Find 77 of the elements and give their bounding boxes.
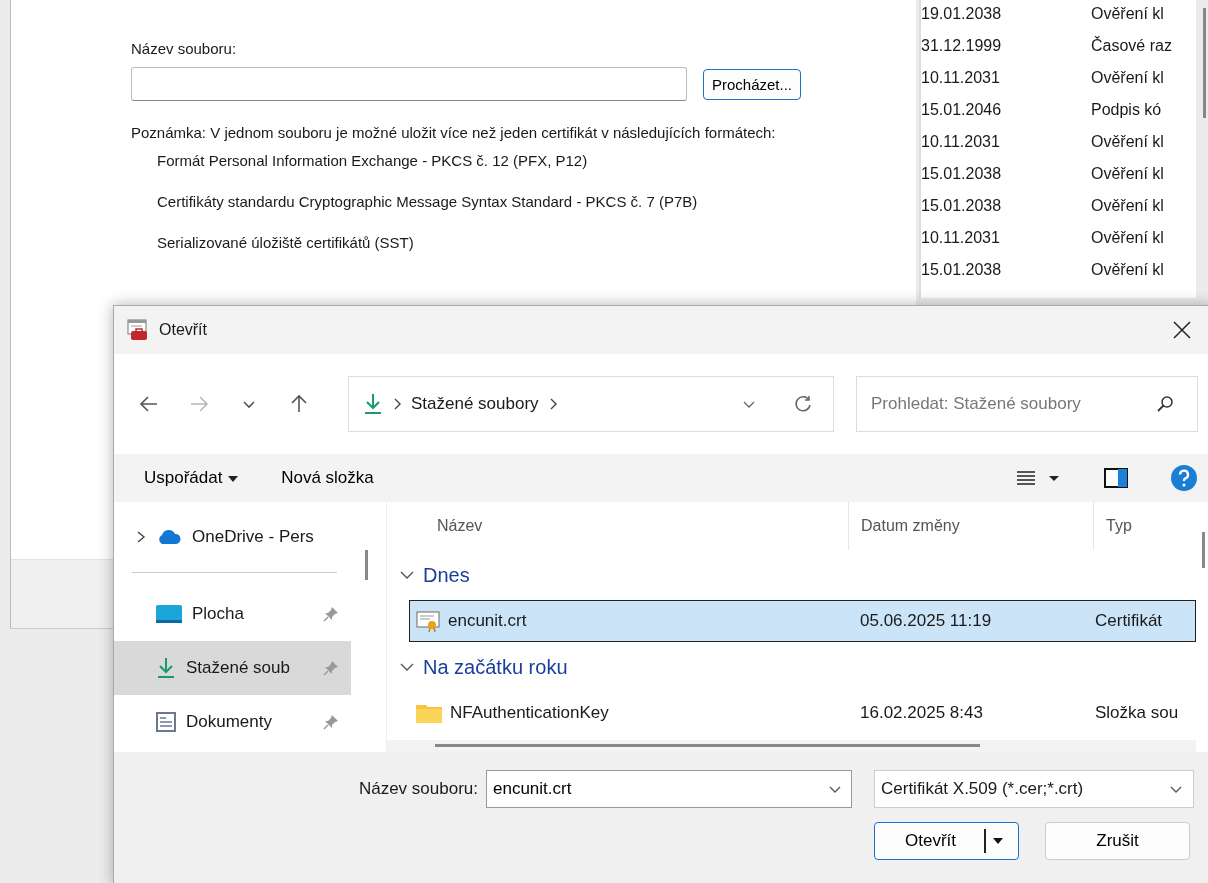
format-item: Serializované úložiště certifikátů (SST) <box>156 233 415 253</box>
file-row[interactable]: encunit.crt 05.06.2025 11:19 Certifikát <box>409 600 1196 642</box>
cancel-button[interactable]: Zrušit <box>1045 822 1190 860</box>
expiry-date: 15.01.2038 <box>921 261 1003 279</box>
intended-purpose: Ověření kl <box>1091 197 1164 215</box>
window-title: Otevřít <box>159 321 208 339</box>
file-name-label: Název souboru: <box>358 779 478 799</box>
file-type-dropdown[interactable]: Certifikát X.509 (*.cer;*.crt) <box>874 770 1194 808</box>
scrollbar-thumb[interactable] <box>1203 8 1206 118</box>
chevron-right-icon <box>548 398 557 410</box>
intended-purpose: Časové raz <box>1091 37 1172 55</box>
file-type: Složka sou <box>1095 703 1179 723</box>
expiry-date: 19.01.2038 <box>921 5 1003 23</box>
sidebar-item[interactable]: Plocha <box>114 587 351 641</box>
folder-icon <box>416 703 442 723</box>
document-icon <box>156 712 176 732</box>
column-header[interactable]: Typ <box>1094 502 1132 550</box>
chevron-right-icon <box>136 530 146 544</box>
file-type: Certifikát <box>1095 611 1163 631</box>
expiry-date: 15.01.2038 <box>921 197 1003 215</box>
chevron-right-icon <box>393 398 401 410</box>
organize-menu[interactable]: Uspořádat <box>134 464 250 492</box>
download-arrow-icon <box>363 393 383 415</box>
intended-purpose: Ověření kl <box>1091 5 1164 23</box>
expiry-date: 15.01.2046 <box>921 101 1003 119</box>
intended-purpose: Ověření kl <box>1091 69 1164 87</box>
intended-purpose: Ověření kl <box>1091 229 1164 247</box>
address-bar[interactable]: Stažené soubory <box>348 376 834 432</box>
pin-icon[interactable] <box>323 606 339 622</box>
file-name: encunit.crt <box>448 611 527 631</box>
new-folder-button[interactable]: Nová složka <box>271 464 384 492</box>
expiry-date: 10.11.2031 <box>921 229 1001 247</box>
desktop-icon <box>156 605 182 623</box>
file-name-field[interactable] <box>131 67 687 101</box>
intended-purpose: Ověření kl <box>1091 133 1164 151</box>
format-item: Certifikáty standardu Cryptographic Message Syntax Standard - PKCS č. 7 (P7B) <box>156 192 699 212</box>
path-item[interactable]: Stažené soubory <box>411 394 539 414</box>
intended-purpose: Ověření kl <box>1091 261 1164 279</box>
sidebar-item[interactable]: Stažené soub <box>114 641 351 695</box>
preview-pane-icon[interactable] <box>1104 468 1128 488</box>
view-list-icon[interactable] <box>1016 468 1062 488</box>
certificate-icon <box>416 610 440 632</box>
expiry-date: 31.12.1999 <box>921 37 1003 55</box>
browse-button[interactable]: Procházet... <box>703 68 802 100</box>
caret-icon <box>992 836 1004 846</box>
group-header[interactable]: Dnes <box>387 550 1196 600</box>
scrollbar-thumb[interactable] <box>1202 532 1205 568</box>
expiry-date: 10.11.2031 <box>921 133 1001 151</box>
scrollbar-thumb[interactable] <box>435 744 980 747</box>
intended-purpose: Ověření kl <box>1091 165 1164 183</box>
help-icon[interactable] <box>1170 464 1198 492</box>
caret-icon <box>227 475 240 483</box>
download-arrow-icon <box>156 657 176 679</box>
file-name-field[interactable]: encunit.crt <box>486 770 852 808</box>
column-header[interactable]: Název <box>387 502 849 550</box>
file-name-label: Název souboru: <box>131 40 238 57</box>
format-item: Formát Personal Information Exchange - PKCS č. 12 (PFX, P12) <box>156 151 589 171</box>
expiry-date: 15.01.2038 <box>921 165 1003 183</box>
file-name: NFAuthenticationKey <box>450 703 609 723</box>
search-icon <box>1156 395 1174 413</box>
intended-purpose: Podpis kó <box>1091 101 1162 119</box>
modified-date: 16.02.2025 8:43 <box>859 703 984 723</box>
file-row[interactable]: NFAuthenticationKey 16.02.2025 8:43 Složka sou <box>409 692 1196 734</box>
pin-icon[interactable] <box>323 714 339 730</box>
search-field[interactable]: Prohledat: Stažené soubory <box>856 376 1198 432</box>
note-text: Poznámka: V jednom souboru je možné uložit více než jeden certifikát v následujících formátech: <box>131 123 777 142</box>
modified-date: 05.06.2025 11:19 <box>859 611 993 631</box>
close-icon[interactable] <box>1172 320 1192 340</box>
column-header[interactable]: Datum změny <box>849 502 1094 550</box>
open-button[interactable]: Otevřít <box>874 822 1019 860</box>
refresh-icon[interactable] <box>793 394 813 414</box>
cloud-icon <box>156 529 182 545</box>
group-header[interactable]: Na začátku roku <box>387 642 1196 692</box>
scrollbar-thumb[interactable] <box>365 550 368 580</box>
expiry-date: 10.11.2031 <box>921 69 1001 87</box>
sidebar-item[interactable]: OneDrive - Pers <box>114 510 351 564</box>
sidebar-item[interactable]: Dokumenty <box>114 695 351 749</box>
